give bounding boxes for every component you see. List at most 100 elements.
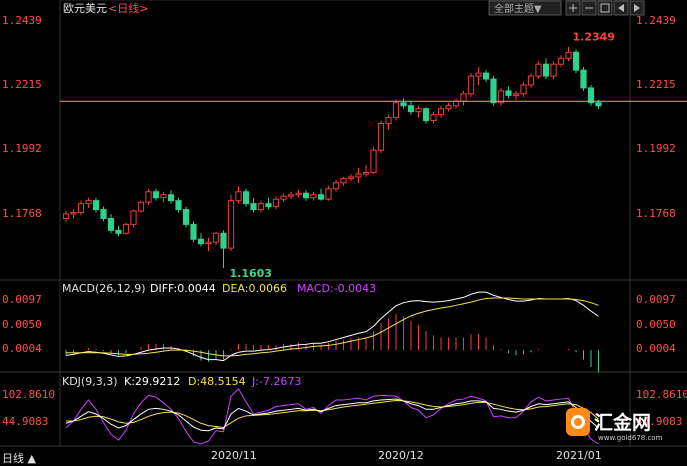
candle-down xyxy=(265,203,272,208)
candle-down xyxy=(250,203,257,211)
price-tick-left-1: 1.2439 xyxy=(2,14,42,27)
candle-up xyxy=(340,177,347,184)
candle-up xyxy=(467,75,475,95)
price-tick-right-2: 1.2215 xyxy=(636,78,676,91)
logo-icon-core xyxy=(574,418,582,426)
instrument-title: 欧元美元 xyxy=(63,2,107,15)
candle-up xyxy=(437,108,445,116)
candle-down xyxy=(175,200,182,211)
chart-stage: 欧元美元 <日线> 全部主题▼ 1.2439 1.2215 1.1992 1.1… xyxy=(0,0,687,465)
period-label[interactable]: <日线> xyxy=(108,1,148,15)
x-label-1: 2020/11 xyxy=(211,449,257,462)
period-selector[interactable]: 日线 ▲ xyxy=(2,451,36,465)
x-label-2: 2020/12 xyxy=(378,449,424,462)
macd-tick-left-3: 0.0004 xyxy=(2,342,42,355)
candle-up xyxy=(475,72,482,77)
macd-tick-right-2: 0.0050 xyxy=(636,318,676,331)
candle-up xyxy=(287,194,295,197)
candle-down xyxy=(302,192,310,199)
candle-up xyxy=(535,63,542,77)
candle-up xyxy=(565,51,572,59)
candle-up xyxy=(272,198,280,208)
main-panel-frame xyxy=(59,0,631,281)
macd-diff-line xyxy=(65,291,599,362)
macd-histogram xyxy=(65,314,599,373)
macd-label: MACD(26,12,9) xyxy=(62,282,146,295)
kdj-j-value: J:-7.2673 xyxy=(251,375,301,388)
candles xyxy=(62,46,602,268)
right-icon[interactable] xyxy=(629,0,645,16)
candle-up xyxy=(332,182,340,190)
macd-macd-value: MACD:-0.0043 xyxy=(297,282,376,295)
candle-up xyxy=(137,201,145,212)
theme-button-label[interactable]: 全部主题▼ xyxy=(494,2,542,15)
kdj-tick-left-1: 102.8610 xyxy=(2,388,55,401)
price-tick-right-3: 1.1992 xyxy=(636,142,676,155)
candle-up xyxy=(527,75,535,86)
candle-up xyxy=(85,200,92,205)
candle-up xyxy=(430,114,437,122)
left-icon[interactable] xyxy=(613,0,629,16)
watermark-brand: 汇金网 xyxy=(594,411,651,434)
candle-up xyxy=(377,123,385,151)
macd-tick-right-3: 0.0004 xyxy=(636,342,676,355)
candle-up xyxy=(70,212,77,215)
candle-down xyxy=(482,72,490,80)
candle-up xyxy=(212,232,220,243)
candle-up xyxy=(520,84,527,95)
candle-up xyxy=(310,194,317,199)
candle-up xyxy=(550,63,557,77)
theme-button[interactable]: 全部主题▼ xyxy=(488,0,562,16)
price-tick-left-4: 1.1768 xyxy=(2,207,42,220)
candle-up xyxy=(325,188,332,200)
kdj-d-value: D:48.5154 xyxy=(188,375,246,388)
kdj-j-line xyxy=(65,387,599,445)
candle-up xyxy=(280,195,287,200)
candle-up xyxy=(557,57,565,65)
candle-down xyxy=(242,191,250,205)
candle-up xyxy=(347,176,355,179)
kdj-d-line xyxy=(66,399,599,428)
candle-up xyxy=(130,210,137,225)
grid-icon[interactable] xyxy=(597,0,613,16)
price-tick-left-2: 1.2215 xyxy=(2,78,42,91)
candle-down xyxy=(580,69,587,89)
candle-down xyxy=(182,209,190,225)
candle-down xyxy=(595,102,602,107)
candle-down xyxy=(152,191,160,199)
candle-down xyxy=(407,105,415,113)
price-tick-right-4: 1.1768 xyxy=(636,207,676,220)
macd-dea-value: DEA:0.0066 xyxy=(222,282,287,295)
candle-up xyxy=(415,108,422,113)
kdj-tick-left-2: 44.9083 xyxy=(2,415,48,428)
kdj-label: KDJ(9,3,3) xyxy=(62,375,118,388)
candle-down xyxy=(167,194,175,202)
high-label: 1.2349 xyxy=(573,31,615,44)
candle-up xyxy=(385,117,392,125)
candle-down xyxy=(505,90,512,96)
macd-tick-left-2: 0.0050 xyxy=(2,318,42,331)
candle-down xyxy=(100,209,107,219)
candle-up xyxy=(460,93,467,102)
candle-down xyxy=(115,229,122,234)
candle-down xyxy=(490,78,497,104)
candle-down xyxy=(197,238,205,245)
candle-up xyxy=(205,241,212,245)
watermark-site: www.gold678.com xyxy=(598,434,663,442)
candle-up xyxy=(445,105,452,110)
candle-down xyxy=(572,51,580,71)
plus-icon[interactable] xyxy=(565,0,581,16)
minus-icon[interactable] xyxy=(581,0,597,16)
macd-diff-value: DIFF:0.0044 xyxy=(150,282,216,295)
macd-tick-left-1: 0.0097 xyxy=(2,293,42,306)
candle-up xyxy=(235,191,242,202)
candle-down xyxy=(400,102,407,107)
x-label-3: 2021/01 xyxy=(556,449,602,462)
kdj-tick-right-1: 102.8610 xyxy=(636,388,687,401)
low-label: 1.1603 xyxy=(230,267,272,280)
candle-up xyxy=(512,93,520,96)
price-tick-left-3: 1.1992 xyxy=(2,142,42,155)
macd-tick-right-1: 0.0097 xyxy=(636,293,676,306)
candle-up xyxy=(392,102,400,119)
candle-down xyxy=(587,87,595,104)
